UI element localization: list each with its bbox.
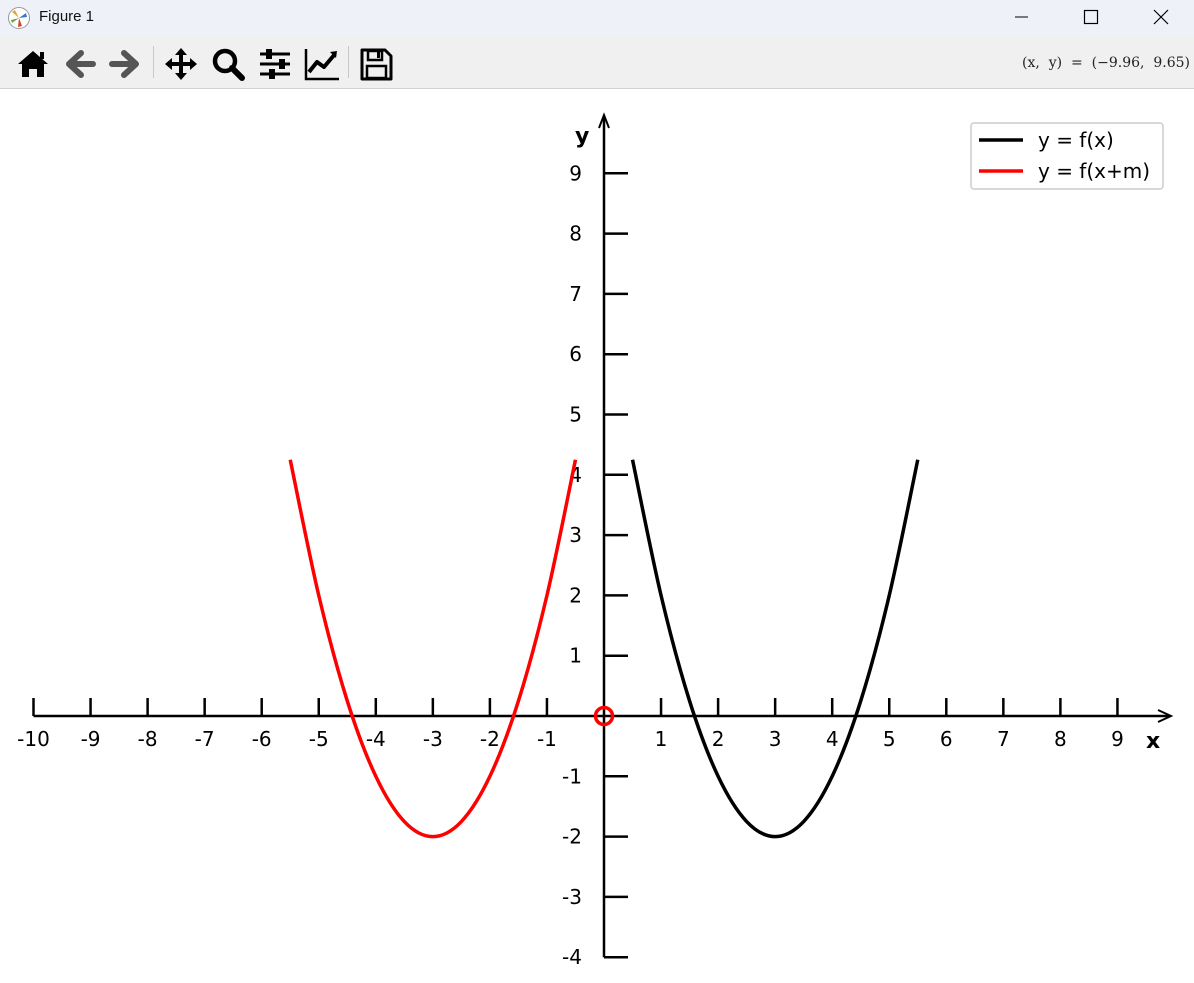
x-tick-label: 6 (940, 727, 953, 751)
x-tick-label: -5 (309, 727, 329, 751)
maximize-icon[interactable] (1068, 0, 1114, 36)
x-tick-label: 8 (1054, 727, 1067, 751)
y-tick-label: -1 (562, 764, 582, 788)
x-tick-label: 2 (712, 727, 725, 751)
x-tick-label: 3 (769, 727, 782, 751)
save-icon[interactable] (357, 46, 395, 82)
cursor-coordinates: (x, y) = (−9.96, 9.65) (1022, 55, 1190, 71)
x-tick-label: 1 (655, 727, 668, 751)
x-tick-label: 7 (997, 727, 1010, 751)
y-tick-label: -4 (562, 945, 582, 969)
y-tick-label: 6 (569, 342, 582, 366)
home-icon[interactable] (14, 46, 52, 82)
y-tick-label: 3 (569, 523, 582, 547)
x-tick-label: -2 (480, 727, 500, 751)
x-tick-label: -10 (17, 727, 50, 751)
zoom-icon[interactable] (209, 46, 247, 82)
minimize-icon[interactable] (998, 0, 1044, 36)
y-tick-label: -2 (562, 825, 582, 849)
toolbar-separator (348, 46, 349, 78)
y-tick-label: 8 (569, 222, 582, 246)
edit-axis-icon[interactable] (303, 46, 341, 82)
legend-label: y = f(x+m) (1038, 159, 1150, 183)
y-tick-label: 1 (569, 644, 582, 668)
x-tick-label: -3 (423, 727, 443, 751)
y-tick-label: 7 (569, 282, 582, 306)
toolbar: (x, y) = (−9.96, 9.65) (0, 36, 1194, 89)
window-title: Figure 1 (39, 8, 95, 25)
y-tick-label: 9 (569, 161, 582, 185)
x-tick-label: 9 (1111, 727, 1124, 751)
x-tick-label: -9 (81, 727, 101, 751)
x-axis-label: x (1146, 729, 1160, 754)
close-icon[interactable] (1138, 0, 1184, 36)
plot-area[interactable]: -10 -9 -8 -7 -6 -5 -4 -3 -2 -1 1 2 3 4 5 6 7 8 9 -4 -3 -2 -1 1 2… (0, 88, 1194, 983)
y-tick-label: 2 (569, 583, 582, 607)
y-tick-label: 5 (569, 403, 582, 427)
series-line (630, 459, 920, 839)
x-tick-label: 5 (883, 727, 896, 751)
forward-arrow-icon[interactable] (106, 46, 144, 82)
series-line (288, 459, 578, 839)
title-bar: Figure 1 (0, 0, 1194, 36)
matplotlib-icon (8, 7, 30, 29)
back-arrow-icon[interactable] (61, 46, 99, 82)
toolbar-separator (153, 46, 154, 78)
x-tick-label: -6 (252, 727, 272, 751)
x-tick-label: -4 (366, 727, 386, 751)
y-axis-label: y (575, 124, 589, 149)
x-tick-label: -1 (537, 727, 557, 751)
x-tick-label: -7 (195, 727, 215, 751)
axes: -10 -9 -8 -7 -6 -5 -4 -3 -2 -1 1 2 3 4 5 6 7 8 9 -4 -3 -2 -1 1 2… (17, 112, 1174, 969)
configure-subplots-icon[interactable] (256, 46, 294, 82)
legend: y = f(x) y = f(x+m) (970, 122, 1164, 190)
y-tick-label: -3 (562, 885, 582, 909)
legend-label: y = f(x) (1038, 128, 1114, 152)
pan-icon[interactable] (162, 46, 200, 82)
x-tick-label: 4 (826, 727, 839, 751)
x-tick-label: -8 (138, 727, 158, 751)
